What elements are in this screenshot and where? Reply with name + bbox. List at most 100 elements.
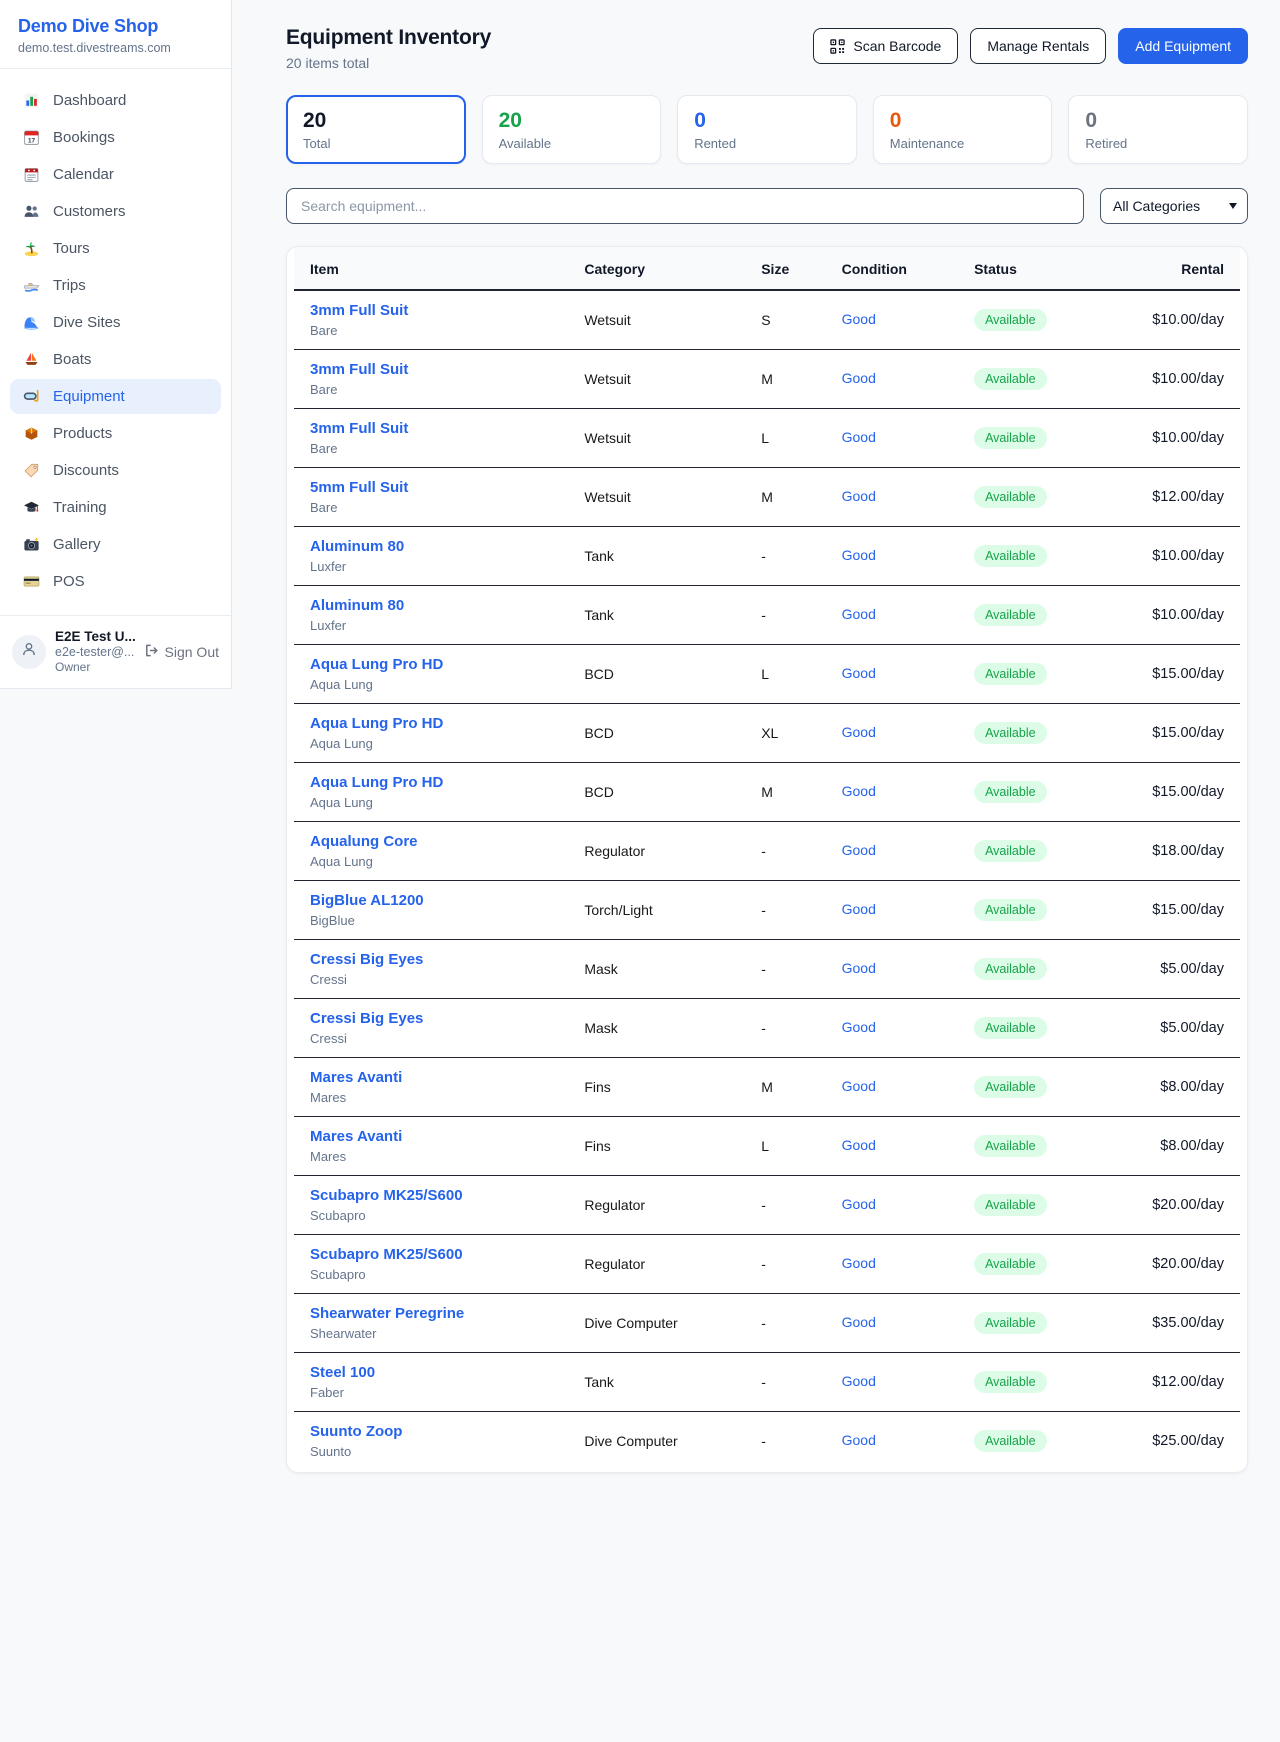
item-condition-link[interactable]: Good: [842, 1019, 876, 1035]
table-row: Aluminum 80 Luxfer Tank - Good Available…: [294, 527, 1240, 586]
item-brand: Aqua Lung: [310, 736, 552, 751]
sidebar-item-pos[interactable]: POS: [10, 564, 221, 599]
sidebar-item-label: Gallery: [53, 536, 101, 553]
item-condition-link[interactable]: Good: [842, 1255, 876, 1271]
item-condition-link[interactable]: Good: [842, 606, 876, 622]
category-select[interactable]: All Categories: [1100, 188, 1248, 224]
item-condition-link[interactable]: Good: [842, 1078, 876, 1094]
item-name-link[interactable]: 3mm Full Suit: [310, 302, 408, 319]
item-name-link[interactable]: Aqualung Core: [310, 833, 418, 850]
item-size: L: [745, 645, 825, 704]
item-name-link[interactable]: Aluminum 80: [310, 597, 404, 614]
sidebar-item-training[interactable]: Training: [10, 490, 221, 525]
item-name-link[interactable]: 3mm Full Suit: [310, 361, 408, 378]
sidebar-item-label: Trips: [53, 277, 86, 294]
sidebar-item-products[interactable]: Products: [10, 416, 221, 451]
item-rental: $20.00/day: [1081, 1235, 1240, 1294]
sidebar-item-dive-sites[interactable]: Dive Sites: [10, 305, 221, 340]
item-condition-link[interactable]: Good: [842, 1137, 876, 1153]
item-rental: $35.00/day: [1081, 1294, 1240, 1353]
item-condition-link[interactable]: Good: [842, 960, 876, 976]
stat-card-rented[interactable]: 0 Rented: [677, 95, 857, 164]
status-badge: Available: [974, 1253, 1047, 1275]
item-condition-link[interactable]: Good: [842, 724, 876, 740]
sidebar-item-gallery[interactable]: Gallery: [10, 527, 221, 562]
item-name-link[interactable]: Suunto Zoop: [310, 1423, 402, 1440]
item-name-link[interactable]: Scubapro MK25/S600: [310, 1187, 463, 1204]
table-row: 3mm Full Suit Bare Wetsuit L Good Availa…: [294, 409, 1240, 468]
item-name-link[interactable]: BigBlue AL1200: [310, 892, 424, 909]
status-badge: Available: [974, 663, 1047, 685]
item-name-link[interactable]: Cressi Big Eyes: [310, 951, 423, 968]
item-brand: Luxfer: [310, 559, 552, 574]
stat-card-retired[interactable]: 0 Retired: [1068, 95, 1248, 164]
item-condition-link[interactable]: Good: [842, 901, 876, 917]
stat-card-maintenance[interactable]: 0 Maintenance: [873, 95, 1053, 164]
sign-out-button[interactable]: Sign Out: [144, 643, 219, 661]
search-input[interactable]: [286, 188, 1084, 224]
filters-row: All Categories: [286, 188, 1248, 224]
item-rental: $12.00/day: [1081, 468, 1240, 527]
item-brand: Suunto: [310, 1444, 552, 1459]
item-condition-link[interactable]: Good: [842, 842, 876, 858]
item-condition-link[interactable]: Good: [842, 429, 876, 445]
stat-card-total[interactable]: 20 Total: [286, 95, 466, 164]
sidebar-item-customers[interactable]: Customers: [10, 194, 221, 229]
stat-card-available[interactable]: 20 Available: [482, 95, 662, 164]
item-name-link[interactable]: Steel 100: [310, 1364, 375, 1381]
item-name-link[interactable]: Aqua Lung Pro HD: [310, 774, 443, 791]
item-condition-link[interactable]: Good: [842, 783, 876, 799]
sidebar-item-boats[interactable]: Boats: [10, 342, 221, 377]
item-name-link[interactable]: Aqua Lung Pro HD: [310, 656, 443, 673]
sidebar: Demo Dive Shop demo.test.divestreams.com…: [0, 0, 232, 689]
item-category: Tank: [568, 1353, 745, 1412]
item-brand: Bare: [310, 500, 552, 515]
item-condition-link[interactable]: Good: [842, 370, 876, 386]
credit-card-icon: [23, 573, 40, 590]
avatar: [12, 635, 46, 669]
item-condition-link[interactable]: Good: [842, 1196, 876, 1212]
table-row: Mares Avanti Mares Fins M Good Available…: [294, 1058, 1240, 1117]
scan-barcode-button[interactable]: Scan Barcode: [813, 28, 958, 64]
item-cell: Aqua Lung Pro HD Aqua Lung: [294, 645, 568, 704]
column-header-condition: Condition: [826, 247, 958, 290]
sidebar-item-tours[interactable]: Tours: [10, 231, 221, 266]
item-name-link[interactable]: Shearwater Peregrine: [310, 1305, 464, 1322]
condition-cell: Good: [826, 527, 958, 586]
item-condition-link[interactable]: Good: [842, 1314, 876, 1330]
item-condition-link[interactable]: Good: [842, 1373, 876, 1389]
item-name-link[interactable]: Aluminum 80: [310, 538, 404, 555]
item-name-link[interactable]: Mares Avanti: [310, 1128, 402, 1145]
table-row: Aqua Lung Pro HD Aqua Lung BCD L Good Av…: [294, 645, 1240, 704]
condition-cell: Good: [826, 350, 958, 409]
brand-name[interactable]: Demo Dive Shop: [18, 16, 213, 37]
sidebar-item-equipment[interactable]: Equipment: [10, 379, 221, 414]
app-root: Demo Dive Shop demo.test.divestreams.com…: [0, 0, 1280, 1473]
sidebar-item-label: Discounts: [53, 462, 119, 479]
item-name-link[interactable]: Scubapro MK25/S600: [310, 1246, 463, 1263]
item-name-link[interactable]: Mares Avanti: [310, 1069, 402, 1086]
item-condition-link[interactable]: Good: [842, 1432, 876, 1448]
status-cell: Available: [958, 1058, 1081, 1117]
sidebar-item-bookings[interactable]: 17Bookings: [10, 120, 221, 155]
sidebar-item-calendar[interactable]: Calendar: [10, 157, 221, 192]
item-name-link[interactable]: Aqua Lung Pro HD: [310, 715, 443, 732]
manage-rentals-button[interactable]: Manage Rentals: [970, 28, 1106, 64]
item-condition-link[interactable]: Good: [842, 488, 876, 504]
item-condition-link[interactable]: Good: [842, 665, 876, 681]
item-name-link[interactable]: 3mm Full Suit: [310, 420, 408, 437]
item-name-link[interactable]: 5mm Full Suit: [310, 479, 408, 496]
items-total-count: 20 items total: [286, 55, 491, 71]
table-row: Steel 100 Faber Tank - Good Available $1…: [294, 1353, 1240, 1412]
item-name-link[interactable]: Cressi Big Eyes: [310, 1010, 423, 1027]
item-condition-link[interactable]: Good: [842, 311, 876, 327]
sidebar-item-dashboard[interactable]: Dashboard: [10, 83, 221, 118]
sidebar-item-trips[interactable]: Trips: [10, 268, 221, 303]
status-cell: Available: [958, 704, 1081, 763]
item-category: Regulator: [568, 1235, 745, 1294]
status-badge: Available: [974, 840, 1047, 862]
item-condition-link[interactable]: Good: [842, 547, 876, 563]
status-badge: Available: [974, 781, 1047, 803]
add-equipment-button[interactable]: Add Equipment: [1118, 28, 1248, 64]
sidebar-item-discounts[interactable]: Discounts: [10, 453, 221, 488]
